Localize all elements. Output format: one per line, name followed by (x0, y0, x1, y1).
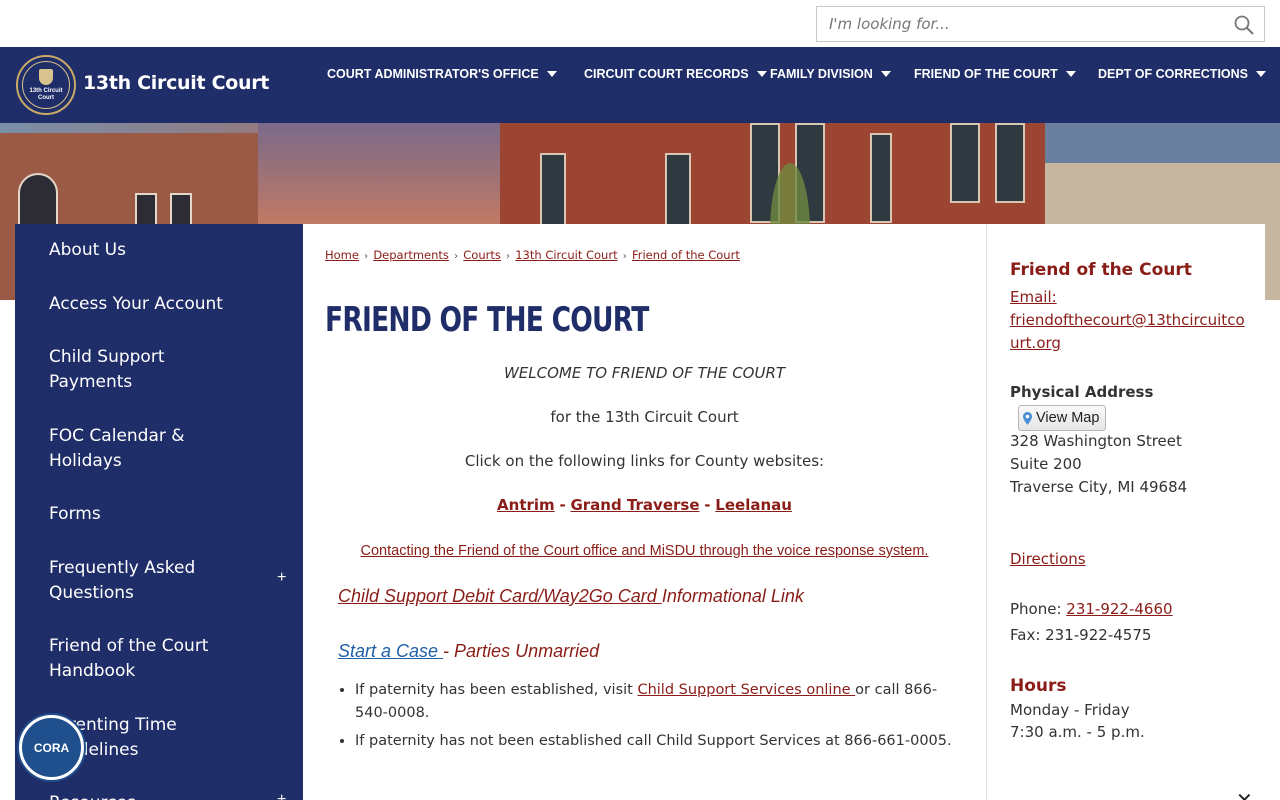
bullet-text: If paternity has not been established ca… (355, 733, 952, 749)
phone-link[interactable]: 231-922-4660 (1066, 600, 1172, 618)
breadcrumb-home[interactable]: Home (325, 248, 359, 262)
contact-sidebar: Friend of the Court Email: friendoftheco… (986, 224, 1265, 800)
nav-dept-of-corrections[interactable]: DEPT OF CORRECTIONS (1098, 67, 1267, 81)
hours-line: Monday - Friday (1010, 701, 1130, 719)
search-icon[interactable] (1234, 15, 1254, 35)
sidebar-item-foc-handbook[interactable]: Friend of the Court Handbook (49, 634, 219, 684)
breadcrumb-departments[interactable]: Departments (373, 248, 449, 262)
list-item: If paternity has not been established ca… (355, 730, 965, 753)
email-link[interactable]: friendofthecourt@13thcircuitcourt.org (1010, 309, 1245, 355)
site-search (816, 6, 1265, 42)
grand-traverse-link[interactable]: Grand Traverse (570, 496, 699, 514)
phone-line: Phone: 231-922-4660 (1010, 598, 1173, 621)
caret-down-icon (880, 71, 891, 77)
county-intro-line: Click on the following links for County … (464, 452, 825, 470)
seal-inner: 13th Circuit Court (22, 61, 70, 109)
nav-label: COURT ADMINISTRATOR'S OFFICE (327, 67, 539, 81)
page-title: FRIEND OF THE COURT (325, 300, 649, 340)
nav-label: FAMILY DIVISION (770, 67, 873, 81)
county-separator: - (704, 496, 711, 514)
main-content: Home › Departments › Courts › 13th Circu… (303, 224, 986, 800)
caret-down-icon (546, 71, 557, 77)
welcome-heading: WELCOME TO FRIEND OF THE COURT (503, 364, 786, 382)
search-input[interactable] (817, 7, 1217, 41)
site-title[interactable]: 13th Circuit Court (83, 72, 269, 94)
map-pin-icon (1023, 411, 1032, 425)
top-bar (0, 0, 1280, 47)
sidebar-item-faq[interactable]: Frequently Asked Questions (49, 556, 219, 606)
phone-label: Phone: (1010, 600, 1067, 618)
child-support-services-link[interactable]: Child Support Services online (637, 682, 855, 698)
caret-down-icon (1256, 71, 1267, 77)
breadcrumb-13th-circuit-court[interactable]: 13th Circuit Court (515, 248, 617, 262)
debit-card-line: Child Support Debit Card/Way2Go Card Inf… (338, 586, 804, 607)
breadcrumb-separator: › (360, 251, 372, 262)
close-icon[interactable]: ✕ (1236, 788, 1253, 800)
breadcrumb: Home › Departments › Courts › 13th Circu… (325, 248, 740, 262)
list-item: If paternity has been established, visit… (355, 679, 965, 725)
address-line: 328 Washington Street (1010, 432, 1182, 450)
address-label: Physical Address (1010, 383, 1154, 401)
seal-text: 13th Circuit Court (29, 87, 63, 101)
paternity-list: If paternity has been established, visit… (355, 679, 965, 758)
cora-chat-button[interactable]: CORA (19, 715, 84, 780)
shield-icon (39, 68, 53, 85)
start-case-line: Start a Case - Parties Unmarried (338, 641, 599, 662)
sidebar-item-forms[interactable]: Forms (49, 502, 249, 527)
view-map-label: View Map (1036, 410, 1100, 426)
hours-line: 7:30 a.m. - 5 p.m. (1010, 723, 1145, 741)
bullet-text: If paternity has been established, visit (355, 682, 638, 698)
main-nav: 13th Circuit Court 13th Circuit Court CO… (0, 47, 1280, 123)
sidebar-item-access-your-account[interactable]: Access Your Account (49, 292, 249, 317)
breadcrumb-separator: › (502, 251, 514, 262)
view-map-button[interactable]: View Map (1018, 405, 1107, 431)
nav-family-division[interactable]: FAMILY DIVISION (770, 67, 891, 81)
debit-card-suffix: Informational Link (661, 586, 804, 606)
email-label-link[interactable]: Email: (1010, 286, 1245, 309)
cora-label: CORA (33, 740, 70, 755)
voice-response-link[interactable]: Contacting the Friend of the Court offic… (361, 543, 929, 559)
sidebar-item-resources[interactable]: Resources (49, 791, 249, 800)
start-a-case-link[interactable]: Start a Case (338, 641, 443, 661)
debit-card-link[interactable]: Child Support Debit Card/Way2Go Card (338, 586, 662, 606)
caret-down-icon (756, 71, 767, 77)
breadcrumb-courts[interactable]: Courts (463, 248, 501, 262)
nav-friend-of-the-court[interactable]: FRIEND OF THE COURT (914, 67, 1076, 81)
caret-down-icon (1065, 71, 1076, 77)
antrim-link[interactable]: Antrim (497, 496, 555, 514)
nav-court-administrators-office[interactable]: COURT ADMINISTRATOR'S OFFICE (327, 67, 557, 81)
nav-label: FRIEND OF THE COURT (914, 67, 1058, 81)
sidebar-item-foc-calendar[interactable]: FOC Calendar & Holidays (49, 424, 209, 474)
leelanau-link[interactable]: Leelanau (715, 496, 792, 514)
nav-circuit-court-records[interactable]: CIRCUIT COURT RECORDS (584, 67, 767, 81)
nav-label: CIRCUIT COURT RECORDS (584, 67, 749, 81)
address-line: Suite 200 (1010, 455, 1082, 473)
county-links: Antrim - Grand Traverse - Leelanau (303, 496, 986, 514)
voice-response-line: Contacting the Friend of the Court offic… (303, 541, 986, 559)
county-separator: - (559, 496, 566, 514)
sidebar-item-about-us[interactable]: About Us (49, 238, 249, 263)
fax-line: Fax: 231-922-4575 (1010, 626, 1152, 644)
sidebar-nav: About Us Access Your Account Child Suppo… (15, 224, 303, 800)
directions-link[interactable]: Directions (1010, 548, 1245, 571)
breadcrumb-separator: › (619, 251, 630, 262)
sidebar-item-child-support-payments[interactable]: Child Support Payments (49, 345, 209, 395)
court-seal-logo[interactable]: 13th Circuit Court (16, 55, 76, 115)
start-case-suffix: - Parties Unmarried (443, 641, 600, 661)
for-court-line: for the 13th Circuit Court (550, 408, 739, 426)
nav-label: DEPT OF CORRECTIONS (1098, 67, 1249, 81)
address-line: Traverse City, MI 49684 (1010, 478, 1188, 496)
breadcrumb-friend-of-the-court[interactable]: Friend of the Court (632, 248, 740, 262)
contact-heading: Friend of the Court (1010, 260, 1192, 280)
expand-plus-icon[interactable]: + (277, 569, 286, 587)
breadcrumb-separator: › (450, 251, 462, 262)
hours-heading: Hours (1010, 676, 1067, 696)
expand-plus-icon[interactable]: + (277, 791, 286, 800)
